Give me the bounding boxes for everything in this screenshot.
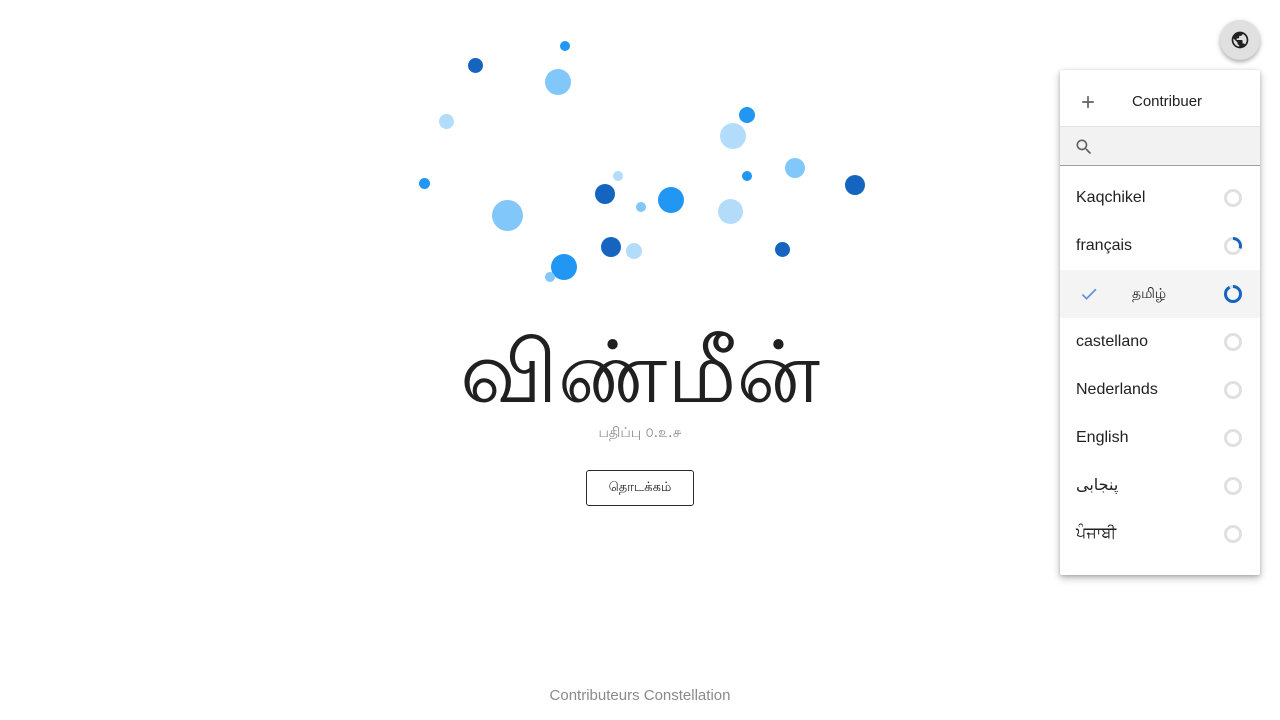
progress-ring-icon <box>1224 429 1242 447</box>
star-dot <box>545 272 555 282</box>
star-dot <box>595 184 615 204</box>
progress-ring-icon <box>1224 381 1242 399</box>
star-dot <box>742 171 752 181</box>
language-search <box>1060 126 1260 166</box>
language-label: پنجابی <box>1076 477 1119 494</box>
star-dot <box>419 178 430 189</box>
language-label: தமிழ் <box>1132 286 1167 302</box>
language-list: Kaqchikel français தமிழ் castellano Nederlan… <box>1060 174 1260 558</box>
language-item[interactable]: castellano <box>1060 318 1260 366</box>
language-item[interactable]: français <box>1060 222 1260 270</box>
language-item[interactable]: தமிழ் <box>1060 270 1260 318</box>
language-search-input[interactable] <box>1104 133 1254 161</box>
language-label: ਪੰਜਾਬੀ <box>1076 525 1117 542</box>
language-item[interactable]: Nederlands <box>1060 366 1260 414</box>
star-dot <box>636 202 646 212</box>
search-icon <box>1076 139 1092 155</box>
star-dot <box>551 254 577 280</box>
globe-icon <box>1231 31 1249 49</box>
star-dot <box>439 114 454 129</box>
language-item[interactable]: ਪੰਜਾਬੀ <box>1060 510 1260 558</box>
language-menu: Contribuer Kaqchikel français தமிழ் castell… <box>1060 70 1260 575</box>
star-dot <box>601 237 621 257</box>
language-item[interactable]: Kaqchikel <box>1060 174 1260 222</box>
language-item[interactable]: پنجابی <box>1060 462 1260 510</box>
progress-ring-icon <box>1224 285 1242 303</box>
progress-ring-icon <box>1224 333 1242 351</box>
contribute-item[interactable]: Contribuer <box>1060 78 1260 126</box>
star-dot <box>718 199 743 224</box>
language-item[interactable]: English <box>1060 414 1260 462</box>
star-dot <box>775 242 790 257</box>
language-label: Kaqchikel <box>1076 189 1146 206</box>
start-button[interactable]: தொடக்கம் <box>586 470 694 506</box>
progress-ring-icon <box>1224 477 1242 495</box>
star-dot <box>658 187 684 213</box>
star-dot <box>613 171 623 181</box>
progress-ring-icon <box>1224 237 1242 255</box>
language-button[interactable] <box>1220 20 1260 60</box>
footer-credits[interactable]: Contributeurs Constellation <box>440 686 840 706</box>
app-title: விண்மீன் <box>459 323 821 423</box>
star-dot <box>845 175 865 195</box>
star-dot <box>626 243 642 259</box>
version-label: பதிப்பு ௦.௨.௪ <box>598 425 682 441</box>
contribute-label: Contribuer <box>1132 93 1203 110</box>
star-dot <box>468 58 483 73</box>
check-icon <box>1081 288 1097 300</box>
progress-ring-icon <box>1224 189 1242 207</box>
language-label: français <box>1076 237 1133 254</box>
star-dot <box>739 107 755 123</box>
star-dot <box>492 200 523 231</box>
star-dot <box>720 123 746 149</box>
progress-ring-icon <box>1224 525 1242 543</box>
language-label: English <box>1076 429 1129 446</box>
star-dot <box>560 41 570 51</box>
star-dot <box>785 158 805 178</box>
language-label: Nederlands <box>1076 381 1158 398</box>
language-label: castellano <box>1076 333 1149 350</box>
star-dot <box>545 69 571 95</box>
plus-icon <box>1082 96 1094 108</box>
